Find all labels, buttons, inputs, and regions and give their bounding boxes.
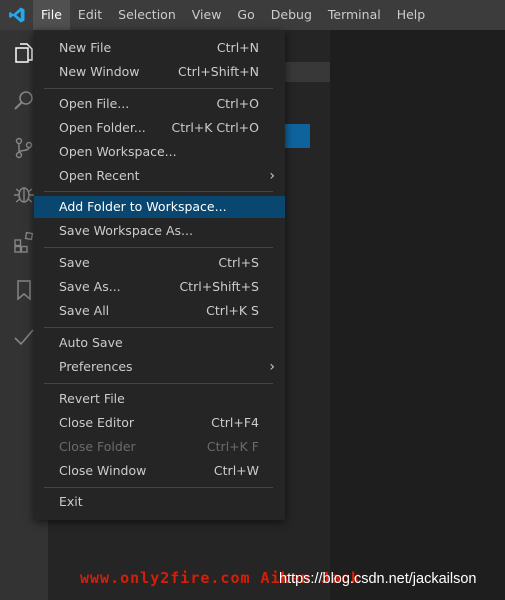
menu-terminal[interactable]: Terminal	[320, 0, 389, 30]
menu-item-label: Open Folder...	[59, 120, 146, 135]
check-icon[interactable]	[12, 325, 36, 349]
menu-item-label: Exit	[59, 494, 83, 509]
menu-view[interactable]: View	[184, 0, 230, 30]
menu-item-open-workspace[interactable]: Open Workspace...	[34, 141, 285, 163]
menu-item-exit[interactable]: Exit	[34, 491, 285, 513]
menu-item-save[interactable]: Save Ctrl+S	[34, 252, 285, 274]
menu-item-new-file[interactable]: New File Ctrl+N	[34, 37, 285, 59]
menu-separator	[44, 191, 273, 192]
menu-item-shortcut: Ctrl+N	[216, 40, 259, 55]
menu-item-open-folder[interactable]: Open Folder... Ctrl+K Ctrl+O	[34, 117, 285, 139]
menu-separator	[44, 327, 273, 328]
menu-item-label: Save	[59, 255, 90, 270]
menu-item-preferences[interactable]: Preferences ›	[34, 356, 285, 378]
menu-item-shortcut: Ctrl+K F	[206, 439, 259, 454]
file-menu-dropdown: New File Ctrl+N New Window Ctrl+Shift+N …	[34, 30, 285, 520]
menu-item-shortcut: Ctrl+K S	[206, 303, 259, 318]
menu-item-close-window[interactable]: Close Window Ctrl+W	[34, 460, 285, 482]
menu-item-shortcut: Ctrl+F4	[211, 415, 259, 430]
menu-debug[interactable]: Debug	[263, 0, 320, 30]
menu-item-shortcut: Ctrl+S	[218, 255, 259, 270]
search-icon[interactable]	[12, 88, 36, 112]
menu-item-label: Auto Save	[59, 335, 123, 350]
debug-icon[interactable]	[12, 182, 36, 206]
menu-item-revert-file[interactable]: Revert File	[34, 388, 285, 410]
menu-item-label: Close Window	[59, 463, 147, 478]
editor-area[interactable]	[330, 30, 505, 600]
chevron-right-icon: ›	[269, 168, 275, 184]
menu-item-add-folder-to-workspace[interactable]: Add Folder to Workspace...	[34, 196, 285, 218]
menu-item-label: Add Folder to Workspace...	[59, 199, 227, 214]
menu-item-save-all[interactable]: Save All Ctrl+K S	[34, 300, 285, 322]
sidebar-open-folder-button[interactable]	[284, 124, 310, 148]
menu-item-label: Save Workspace As...	[59, 223, 193, 238]
menu-item-close-editor[interactable]: Close Editor Ctrl+F4	[34, 412, 285, 434]
menu-item-shortcut: Ctrl+K Ctrl+O	[171, 120, 259, 135]
menu-item-open-recent[interactable]: Open Recent ›	[34, 165, 285, 187]
menu-item-label: Revert File	[59, 391, 125, 406]
menu-item-label: Close Folder	[59, 439, 136, 454]
menu-separator	[44, 383, 273, 384]
menu-item-label: Open File...	[59, 96, 130, 111]
menu-item-open-file[interactable]: Open File... Ctrl+O	[34, 93, 285, 115]
menu-item-label: Preferences	[59, 359, 133, 374]
menu-item-save-workspace-as[interactable]: Save Workspace As...	[34, 220, 285, 242]
menu-item-label: Open Workspace...	[59, 144, 177, 159]
menu-item-label: Save All	[59, 303, 110, 318]
menu-bar: File Edit Selection View Go Debug Termin…	[33, 0, 433, 30]
chevron-right-icon: ›	[269, 359, 275, 375]
vscode-logo-icon	[8, 6, 26, 24]
source-control-icon[interactable]	[12, 136, 36, 160]
menu-item-auto-save[interactable]: Auto Save	[34, 332, 285, 354]
menu-item-label: New Window	[59, 64, 140, 79]
menu-selection[interactable]: Selection	[110, 0, 184, 30]
menu-item-label: Open Recent	[59, 168, 140, 183]
menu-separator	[44, 88, 273, 89]
menu-go[interactable]: Go	[229, 0, 262, 30]
title-bar: File Edit Selection View Go Debug Termin…	[0, 0, 505, 30]
menu-item-shortcut: Ctrl+Shift+S	[179, 279, 259, 294]
menu-item-new-window[interactable]: New Window Ctrl+Shift+N	[34, 61, 285, 83]
explorer-icon[interactable]	[12, 41, 36, 65]
menu-item-label: Save As...	[59, 279, 121, 294]
menu-help[interactable]: Help	[389, 0, 434, 30]
menu-separator	[44, 247, 273, 248]
menu-edit[interactable]: Edit	[70, 0, 110, 30]
menu-separator	[44, 487, 273, 488]
menu-item-shortcut: Ctrl+O	[216, 96, 259, 111]
menu-item-label: Close Editor	[59, 415, 135, 430]
watermark-url-text: https://blog.csdn.net/jackailson	[279, 571, 477, 587]
menu-item-shortcut: Ctrl+W	[213, 463, 259, 478]
menu-item-save-as[interactable]: Save As... Ctrl+Shift+S	[34, 276, 285, 298]
menu-item-close-folder: Close Folder Ctrl+K F	[34, 436, 285, 458]
bookmark-icon[interactable]	[12, 278, 36, 302]
menu-file[interactable]: File	[33, 0, 70, 30]
extensions-icon[interactable]	[12, 230, 36, 254]
menu-item-shortcut: Ctrl+Shift+N	[178, 64, 259, 79]
menu-item-label: New File	[59, 40, 112, 55]
